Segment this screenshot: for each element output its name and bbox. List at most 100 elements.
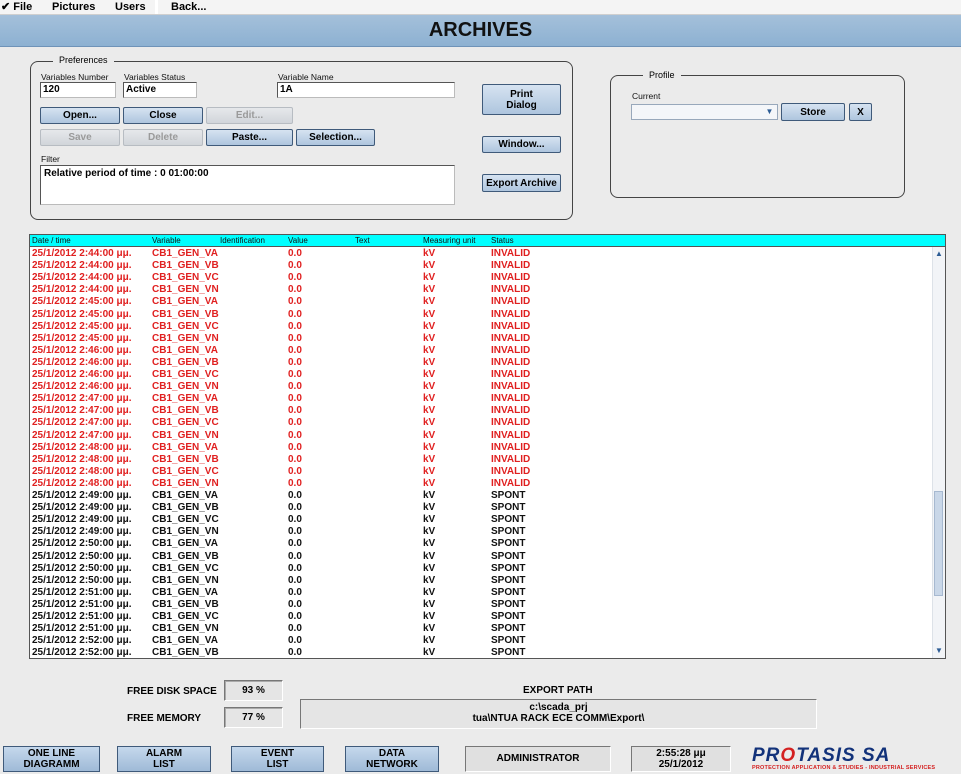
table-row[interactable]: 25/1/2012 2:48:00 μμ. CB1_GEN_VN 0.0 kV INVA… (30, 478, 935, 490)
table-row[interactable]: 25/1/2012 2:50:00 μμ. CB1_GEN_VA 0.0 kV SPON… (30, 538, 935, 550)
data-network-button[interactable]: DATA NETWORK (345, 746, 439, 772)
table-row[interactable]: 25/1/2012 2:48:00 μμ. CB1_GEN_VB 0.0 kV INVA… (30, 454, 935, 466)
one-line-diagram-button[interactable]: ONE LINE DIAGRAMM (3, 746, 100, 772)
table-row[interactable]: 25/1/2012 2:46:00 μμ. CB1_GEN_VA 0.0 kV INVA… (30, 345, 935, 357)
table-row[interactable]: 25/1/2012 2:49:00 μμ. CB1_GEN_VA 0.0 kV SPON… (30, 490, 935, 502)
event-list-button[interactable]: EVENT LIST (231, 746, 324, 772)
cell-datetime: 25/1/2012 2:50:00 μμ. (32, 550, 132, 562)
column-header-identification[interactable]: Identification (220, 235, 265, 247)
table-row[interactable]: 25/1/2012 2:49:00 μμ. CB1_GEN_VC 0.0 kV SPON… (30, 514, 935, 526)
scroll-down-icon[interactable]: ▼ (933, 645, 945, 657)
table-row[interactable]: 25/1/2012 2:44:00 μμ. CB1_GEN_VC 0.0 kV INVA… (30, 272, 935, 284)
cell-value: 0.0 (288, 417, 302, 429)
export-path-line2: tua\NTUA RACK ECE COMM\Export\ (472, 713, 645, 724)
cell-variable: CB1_GEN_VN (152, 477, 219, 489)
store-button[interactable]: Store (781, 103, 845, 121)
table-row[interactable]: 25/1/2012 2:46:00 μμ. CB1_GEN_VN 0.0 kV INVA… (30, 381, 935, 393)
table-scrollbar[interactable]: ▲ ▼ (932, 247, 945, 658)
table-row[interactable]: 25/1/2012 2:47:00 μμ. CB1_GEN_VB 0.0 kV INVA… (30, 405, 935, 417)
column-header-datetime[interactable]: Date / time (32, 235, 71, 247)
cell-status: INVALID (491, 477, 531, 489)
table-row[interactable]: 25/1/2012 2:45:00 μμ. CB1_GEN_VB 0.0 kV INVA… (30, 309, 935, 321)
cell-value: 0.0 (288, 465, 302, 477)
cell-unit: kV (423, 598, 436, 610)
cell-unit: kV (423, 550, 436, 562)
cell-status: SPONT (491, 611, 526, 622)
cell-datetime: 25/1/2012 2:48:00 μμ. (32, 453, 132, 465)
current-user: ADMINISTRATOR (465, 746, 611, 772)
cell-variable: CB1_GEN_VB (152, 405, 219, 417)
menu-back[interactable]: Back... (171, 0, 206, 14)
menu-file[interactable]: ✔ File (1, 0, 32, 14)
cell-value: 0.0 (288, 514, 302, 526)
cell-variable: CB1_GEN_VC (152, 272, 219, 284)
delete-button[interactable]: Delete (123, 129, 203, 146)
selection-button[interactable]: Selection... (296, 129, 375, 146)
scroll-up-icon[interactable]: ▲ (933, 248, 945, 260)
column-header-text[interactable]: Text (355, 235, 370, 247)
free-memory-label: FREE MEMORY (127, 713, 202, 724)
logo-wordmark: PROTASIS SA (752, 745, 890, 767)
cell-value: 0.0 (288, 369, 302, 380)
cell-datetime: 25/1/2012 2:50:00 μμ. (32, 562, 132, 574)
table-row[interactable]: 25/1/2012 2:48:00 μμ. CB1_GEN_VA 0.0 kV INVA… (30, 442, 935, 454)
column-header-variable[interactable]: Variable (152, 235, 181, 247)
cell-status: INVALID (491, 429, 531, 441)
table-row[interactable]: 25/1/2012 2:47:00 μμ. CB1_GEN_VN 0.0 kV INVA… (30, 430, 935, 442)
profile-delete-button[interactable]: X (849, 103, 872, 121)
cell-unit: kV (423, 308, 436, 320)
table-row[interactable]: 25/1/2012 2:44:00 μμ. CB1_GEN_VB 0.0 kV INVA… (30, 260, 935, 272)
table-row[interactable]: 25/1/2012 2:52:00 μμ. CB1_GEN_VB 0.0 kV SPON… (30, 647, 935, 658)
table-row[interactable]: 25/1/2012 2:44:00 μμ. CB1_GEN_VA 0.0 kV INVA… (30, 248, 935, 260)
cell-unit: kV (423, 405, 436, 417)
cell-variable: CB1_GEN_VB (152, 453, 219, 465)
table-row[interactable]: 25/1/2012 2:50:00 μμ. CB1_GEN_VB 0.0 kV SPON… (30, 551, 935, 563)
table-row[interactable]: 25/1/2012 2:45:00 μμ. CB1_GEN_VN 0.0 kV INVA… (30, 333, 935, 345)
table-row[interactable]: 25/1/2012 2:45:00 μμ. CB1_GEN_VA 0.0 kV INVA… (30, 296, 935, 308)
save-button[interactable]: Save (40, 129, 120, 146)
cell-value: 0.0 (288, 381, 302, 393)
table-row[interactable]: 25/1/2012 2:51:00 μμ. CB1_GEN_VC 0.0 kV SPON… (30, 611, 935, 623)
table-row[interactable]: 25/1/2012 2:47:00 μμ. CB1_GEN_VC 0.0 kV INVA… (30, 417, 935, 429)
table-row[interactable]: 25/1/2012 2:46:00 μμ. CB1_GEN_VB 0.0 kV INVA… (30, 357, 935, 369)
menu-pictures[interactable]: Pictures (52, 0, 95, 14)
table-row[interactable]: 25/1/2012 2:47:00 μμ. CB1_GEN_VA 0.0 kV INVA… (30, 393, 935, 405)
window-button[interactable]: Window... (482, 136, 561, 153)
menu-users[interactable]: Users (115, 0, 146, 14)
table-row[interactable]: 25/1/2012 2:45:00 μμ. CB1_GEN_VC 0.0 kV INVA… (30, 321, 935, 333)
cell-value: 0.0 (288, 477, 302, 489)
cell-datetime: 25/1/2012 2:45:00 μμ. (32, 332, 132, 344)
table-row[interactable]: 25/1/2012 2:46:00 μμ. CB1_GEN_VC 0.0 kV INVA… (30, 369, 935, 381)
column-header-value[interactable]: Value (288, 235, 308, 247)
variable-name-field[interactable]: 1A (277, 82, 455, 98)
table-row[interactable]: 25/1/2012 2:51:00 μμ. CB1_GEN_VN 0.0 kV SPON… (30, 623, 935, 635)
table-row[interactable]: 25/1/2012 2:49:00 μμ. CB1_GEN_VN 0.0 kV SPON… (30, 526, 935, 538)
alarm-list-button[interactable]: ALARM LIST (117, 746, 211, 772)
close-button[interactable]: Close (123, 107, 203, 124)
print-dialog-button[interactable]: Print Dialog (482, 84, 561, 115)
logo-part2: TASIS SA (796, 745, 891, 766)
filter-field[interactable]: Relative period of time : 0 01:00:00 (40, 165, 455, 205)
profile-combo[interactable]: ▼ (631, 104, 778, 120)
variables-number-field[interactable]: 120 (40, 82, 116, 98)
table-row[interactable]: 25/1/2012 2:44:00 μμ. CB1_GEN_VN 0.0 kV INVA… (30, 284, 935, 296)
table-row[interactable]: 25/1/2012 2:50:00 μμ. CB1_GEN_VC 0.0 kV SPON… (30, 563, 935, 575)
chevron-down-icon[interactable]: ▼ (763, 106, 776, 118)
table-row[interactable]: 25/1/2012 2:51:00 μμ. CB1_GEN_VA 0.0 kV SPON… (30, 587, 935, 599)
cell-unit: kV (423, 477, 436, 489)
table-row[interactable]: 25/1/2012 2:52:00 μμ. CB1_GEN_VA 0.0 kV SPON… (30, 635, 935, 647)
table-row[interactable]: 25/1/2012 2:48:00 μμ. CB1_GEN_VC 0.0 kV INVA… (30, 466, 935, 478)
export-archive-button[interactable]: Export Archive (482, 174, 561, 192)
column-header-status[interactable]: Status (491, 235, 514, 247)
edit-button[interactable]: Edit... (206, 107, 293, 124)
cell-value: 0.0 (288, 598, 302, 610)
table-row[interactable]: 25/1/2012 2:49:00 μμ. CB1_GEN_VB 0.0 kV SPON… (30, 502, 935, 514)
scroll-thumb[interactable] (934, 491, 943, 596)
table-row[interactable]: 25/1/2012 2:50:00 μμ. CB1_GEN_VN 0.0 kV SPON… (30, 575, 935, 587)
open-button[interactable]: Open... (40, 107, 120, 124)
column-header-measuring-unit[interactable]: Measuring unit (423, 235, 475, 247)
variables-status-field[interactable]: Active (123, 82, 197, 98)
cell-status: INVALID (491, 332, 531, 344)
paste-button[interactable]: Paste... (206, 129, 293, 146)
table-row[interactable]: 25/1/2012 2:51:00 μμ. CB1_GEN_VB 0.0 kV SPON… (30, 599, 935, 611)
